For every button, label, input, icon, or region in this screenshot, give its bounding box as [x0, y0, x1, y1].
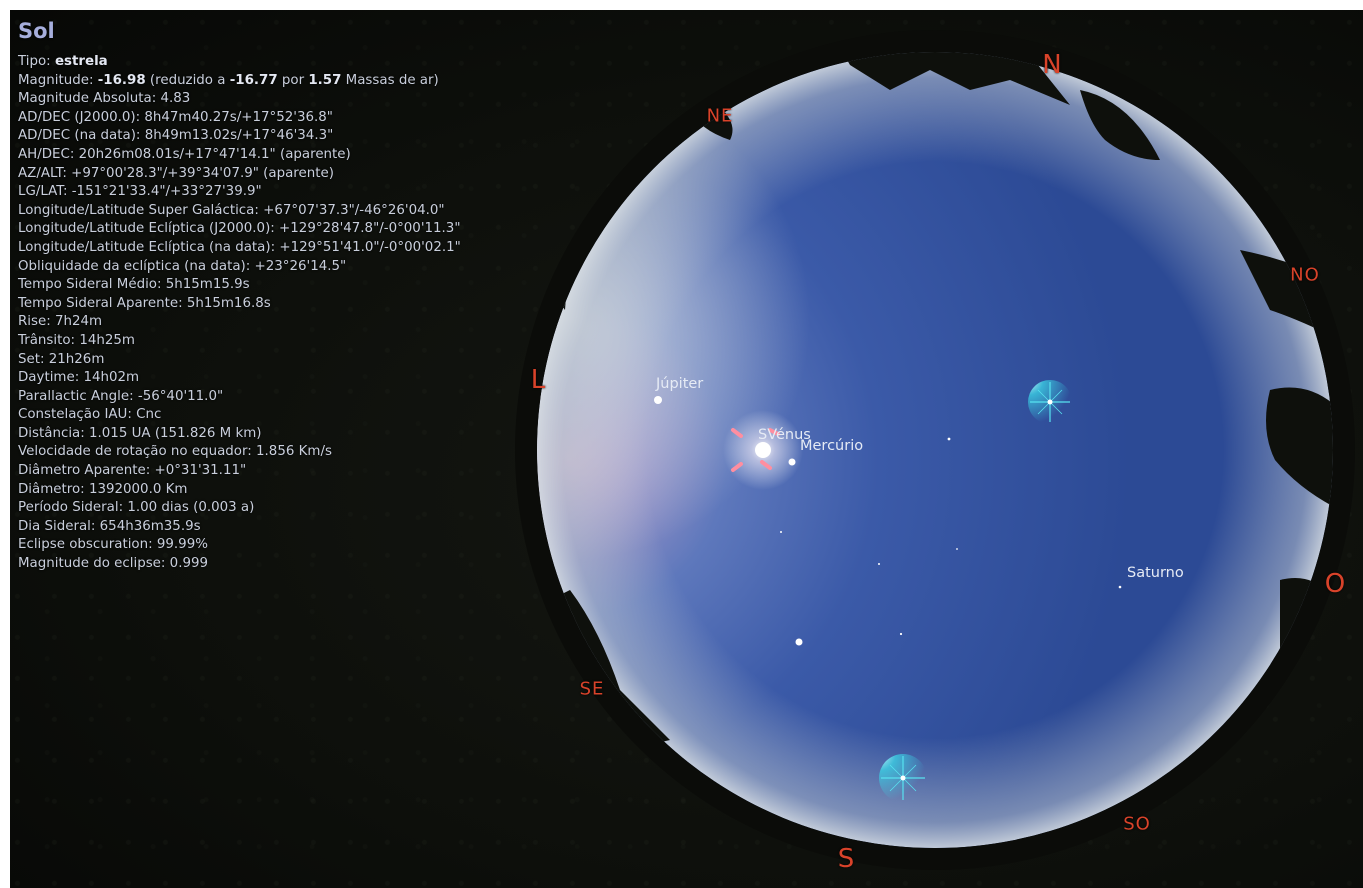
- info-line: Eclipse obscuration: 99.99%: [18, 537, 208, 553]
- cardinal-southwest: SO: [1123, 813, 1151, 835]
- jupiter-label[interactable]: Júpiter: [656, 376, 703, 392]
- info-line: Magnitude do eclipse: 0.999: [18, 556, 209, 572]
- info-line: Diâmetro: 1392000.0 Km: [18, 481, 188, 497]
- info-line: Distância: 1.015 UA (151.826 M km): [18, 425, 262, 441]
- sky-view[interactable]: Júpiter SVénus Mercúrio Saturno N NE L S…: [10, 10, 1363, 888]
- info-line: Longitude/Latitude Super Galáctica: +67°…: [18, 202, 445, 218]
- cardinal-east: L: [530, 365, 546, 395]
- info-line: AD/DEC (J2000.0): 8h47m40.27s/+17°52'36.…: [18, 109, 333, 125]
- cardinal-north: N: [1042, 50, 1062, 80]
- cardinal-northwest: NO: [1290, 264, 1320, 286]
- cardinal-west: O: [1324, 569, 1346, 599]
- saturn-dot[interactable]: [1118, 585, 1122, 589]
- info-line: Daytime: 14h02m: [18, 370, 140, 386]
- object-name: Sol: [18, 19, 55, 43]
- info-line: Rise: 7h24m: [18, 314, 103, 330]
- info-line: Dia Sideral: 654h36m35.9s: [18, 518, 201, 534]
- info-line: Tempo Sideral Médio: 5h15m15.9s: [18, 277, 250, 293]
- info-line: Diâmetro Aparente: +0°31'31.11": [18, 463, 247, 479]
- jupiter-dot[interactable]: [654, 396, 662, 404]
- bright-star-2[interactable]: [879, 754, 927, 802]
- info-line: Obliquidade da eclíptica (na data): +23°…: [18, 258, 347, 274]
- info-type: Tipo: estrela: [18, 54, 108, 69]
- info-magnitude: Magnitude: -16.98 (reduzido a -16.77 por…: [18, 72, 439, 88]
- info-line: Trânsito: 14h25m: [18, 332, 135, 348]
- sun-disc[interactable]: [755, 442, 771, 458]
- info-line: Parallactic Angle: -56°40'11.0": [18, 388, 224, 404]
- cardinal-southeast: SE: [579, 678, 605, 700]
- bright-star-1[interactable]: [1028, 380, 1072, 424]
- object-info-panel: Sol Tipo: estrela Magnitude: -16.98 (red…: [18, 18, 461, 574]
- saturn-label[interactable]: Saturno: [1127, 565, 1184, 581]
- cardinal-south: S: [837, 844, 855, 874]
- mercury-label[interactable]: Mercúrio: [800, 438, 863, 454]
- mercury-dot[interactable]: [788, 458, 796, 466]
- info-line: AD/DEC (na data): 8h49m13.02s/+17°46'34.…: [18, 128, 334, 144]
- info-line: Constelação IAU: Cnc: [18, 407, 162, 423]
- info-line: Set: 21h26m: [18, 351, 105, 367]
- info-line: Magnitude Absoluta: 4.83: [18, 91, 191, 107]
- info-line: Longitude/Latitude Eclíptica (J2000.0): …: [18, 221, 461, 237]
- info-line: AH/DEC: 20h26m08.01s/+17°47'14.1" (apare…: [18, 146, 351, 162]
- info-line: Velocidade de rotação no equador: 1.856 …: [18, 444, 332, 460]
- info-line: Longitude/Latitude Eclíptica (na data): …: [18, 239, 461, 255]
- cardinal-northeast: NE: [706, 105, 734, 127]
- info-line: Período Sideral: 1.00 dias (0.003 a): [18, 500, 255, 516]
- info-line: AZ/ALT: +97°00'28.3"/+39°34'07.9" (apare…: [18, 165, 334, 181]
- info-line: Tempo Sideral Aparente: 5h15m16.8s: [18, 295, 271, 311]
- info-line: LG/LAT: -151°21'33.4"/+33°27'39.9": [18, 184, 262, 200]
